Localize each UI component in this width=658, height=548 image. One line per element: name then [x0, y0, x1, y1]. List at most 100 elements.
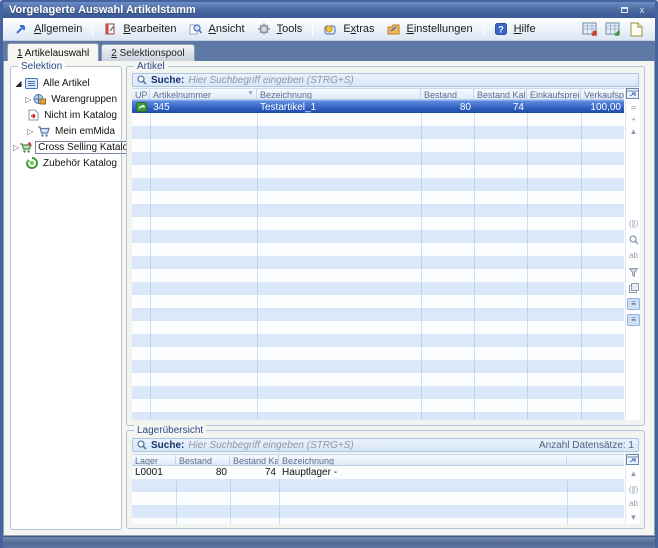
- cell-bezeichnung: Hauptlager -: [279, 466, 567, 479]
- column-header-up[interactable]: UP: [132, 89, 150, 99]
- help-icon: ?: [494, 23, 508, 36]
- close-icon: x: [640, 6, 645, 15]
- arrow-up-right-icon: [14, 23, 28, 36]
- add-row-icon[interactable]: +: [627, 114, 640, 126]
- search-label: Suche:: [151, 440, 184, 451]
- search-label: Suche:: [151, 75, 184, 86]
- tree-item-alle-artikel[interactable]: ◢ Alle Artikel: [13, 75, 119, 91]
- cell-verkaufspreis: 100,00: [581, 101, 624, 113]
- cell-artikelnummer: 345: [150, 101, 257, 113]
- selection-tree: ◢ Alle Artikel ▷ Warengruppen: [13, 75, 119, 527]
- tree-item-mein-emmida[interactable]: ▷ Mein emMida: [13, 123, 119, 139]
- title-bar[interactable]: Vorgelagerte Auswahl Artikelstamm x: [3, 2, 655, 18]
- cell-bestand: 80: [176, 466, 230, 479]
- table-export-red-icon[interactable]: [581, 21, 599, 38]
- empty-rows: [132, 479, 624, 524]
- artikel-grid-body: 345 Testartikel_1 80 74 100,00: [132, 100, 624, 420]
- column-header-bestand[interactable]: Bestand: [421, 89, 474, 99]
- artikel-grid-header: UP Artikelnummer▼ Bezeichnung Bestand Be…: [132, 88, 624, 100]
- column-width-icon[interactable]: (∥): [627, 218, 640, 230]
- search-placeholder: Hier Suchbegriff eingeben (STRG+S): [188, 440, 353, 451]
- settings-folder-icon: [387, 23, 401, 36]
- window-title: Vorgelagerte Auswahl Artikelstamm: [9, 4, 196, 16]
- column-header-einkaufspreis[interactable]: Einkaufspreis: [527, 89, 581, 99]
- edit-notebook-icon: [103, 23, 117, 36]
- globe-package-icon: [33, 93, 46, 106]
- menu-bar: Allgemein Bearbeiten Ansicht Tools: [3, 18, 655, 41]
- tab-artikelauswahl[interactable]: 1 Artikelauswahl: [7, 43, 99, 61]
- artikel-group-label: Artikel: [134, 61, 168, 72]
- svg-text:?: ?: [498, 25, 504, 35]
- artikel-search-input[interactable]: Suche: Hier Suchbegriff eingeben (STRG+S…: [132, 73, 639, 87]
- scroll-down-icon[interactable]: ▼: [627, 512, 640, 524]
- recycle-green-icon: [26, 157, 38, 170]
- extras-box-icon: [323, 23, 337, 36]
- column-header-verkaufspreis[interactable]: Verkaufspreis: [581, 89, 624, 99]
- lager-group-label: Lagerübersicht: [134, 425, 206, 436]
- scroll-up-icon[interactable]: ▲: [627, 468, 640, 480]
- search-icon: [137, 440, 147, 450]
- menu-allgemein[interactable]: Allgemein: [9, 21, 87, 38]
- list-icon: [24, 77, 38, 90]
- search-placeholder: Hier Suchbegriff eingeben (STRG+S): [188, 75, 353, 86]
- menu-hilfe[interactable]: ? Hilfe: [489, 21, 541, 38]
- tree-item-nicht-im-katalog[interactable]: Nicht im Katalog: [13, 107, 119, 123]
- list-view-icon[interactable]: ≡: [627, 298, 640, 310]
- content-panel: Selektion ◢ Alle Artikel ▷ Warengruppen: [3, 61, 655, 536]
- column-header-bestand-kalk[interactable]: Bestand Kalk.: [474, 89, 527, 99]
- tab-strip: 1 Artikelauswahl 2 Selektionspool: [3, 41, 655, 61]
- column-header-bezeichnung[interactable]: Bezeichnung: [279, 455, 567, 465]
- restore-icon: [621, 7, 628, 13]
- column-chooser-icon[interactable]: [626, 88, 639, 99]
- menu-separator: [92, 21, 93, 37]
- column-header-bezeichnung[interactable]: Bezeichnung: [257, 89, 421, 99]
- expander-expanded-icon[interactable]: ◢: [13, 79, 24, 88]
- menu-separator: [483, 21, 484, 37]
- artikel-grid: UP Artikelnummer▼ Bezeichnung Bestand Be…: [132, 88, 640, 420]
- column-chooser-icon[interactable]: [626, 454, 639, 465]
- tree-item-zubehoer-katalog[interactable]: Zubehör Katalog: [13, 155, 119, 171]
- menu-bearbeiten[interactable]: Bearbeiten: [98, 21, 181, 38]
- lager-grid-body: L0001 80 74 Hauptlager -: [132, 466, 624, 524]
- selektion-group-label: Selektion: [18, 61, 65, 72]
- selektion-groupbox: Selektion ◢ Alle Artikel ▷ Warengruppen: [10, 66, 122, 530]
- menu-separator: [312, 21, 313, 37]
- column-header-artikelnummer[interactable]: Artikelnummer▼: [150, 89, 257, 99]
- page-red-arrow-icon: [28, 109, 39, 122]
- lager-row[interactable]: L0001 80 74 Hauptlager -: [132, 466, 624, 479]
- move-top-icon[interactable]: ≂: [627, 102, 640, 114]
- column-header-empty: [567, 455, 624, 465]
- tab-selektionspool[interactable]: 2 Selektionspool: [101, 44, 194, 61]
- tree-item-cross-selling-katalog[interactable]: ▷ Cross Selling Katalog: [13, 139, 119, 155]
- column-header-bestand[interactable]: Bestand: [176, 455, 230, 465]
- scroll-up-icon[interactable]: ▲: [627, 126, 640, 138]
- tree-item-warengruppen[interactable]: ▷ Warengruppen: [13, 91, 119, 107]
- new-page-icon[interactable]: [627, 21, 645, 38]
- filter-icon[interactable]: [627, 266, 640, 278]
- artikel-side-toolbar: ≂ + ▲ (∥) ab ≡ ≡: [625, 88, 640, 420]
- expander-collapsed-icon[interactable]: ▷: [25, 127, 36, 136]
- restore-button[interactable]: [617, 4, 631, 16]
- column-width-icon[interactable]: (∥): [627, 484, 640, 496]
- artikel-row-selected[interactable]: 345 Testartikel_1 80 74 100,00: [132, 100, 624, 113]
- column-header-bestand-kalk[interactable]: Bestand Kalk.: [230, 455, 279, 465]
- column-header-lager[interactable]: Lager: [132, 455, 176, 465]
- list-view-alt-icon[interactable]: ≡: [627, 314, 640, 326]
- lager-search-input[interactable]: Suche: Hier Suchbegriff eingeben (STRG+S…: [132, 438, 639, 452]
- edit-cell-icon[interactable]: ab: [627, 250, 640, 262]
- table-import-green-icon[interactable]: [604, 21, 622, 38]
- gear-icon: [257, 23, 271, 36]
- menu-extras[interactable]: Extras: [318, 21, 379, 38]
- layout-copy-icon[interactable]: [627, 282, 640, 294]
- expander-collapsed-icon[interactable]: ▷: [24, 95, 34, 104]
- cell-bestand-kalk: 74: [230, 466, 279, 479]
- empty-rows: [132, 113, 624, 420]
- cell-bezeichnung: Testartikel_1: [257, 101, 421, 113]
- menu-tools[interactable]: Tools: [252, 21, 308, 38]
- edit-cell-icon[interactable]: ab: [627, 498, 640, 510]
- menu-einstellungen[interactable]: Einstellungen: [382, 21, 478, 38]
- close-button[interactable]: x: [635, 4, 649, 16]
- lager-groupbox: Lagerübersicht Suche: Hier Suchbegriff e…: [126, 430, 645, 529]
- menu-ansicht[interactable]: Ansicht: [184, 21, 250, 38]
- search-icon[interactable]: [627, 234, 640, 246]
